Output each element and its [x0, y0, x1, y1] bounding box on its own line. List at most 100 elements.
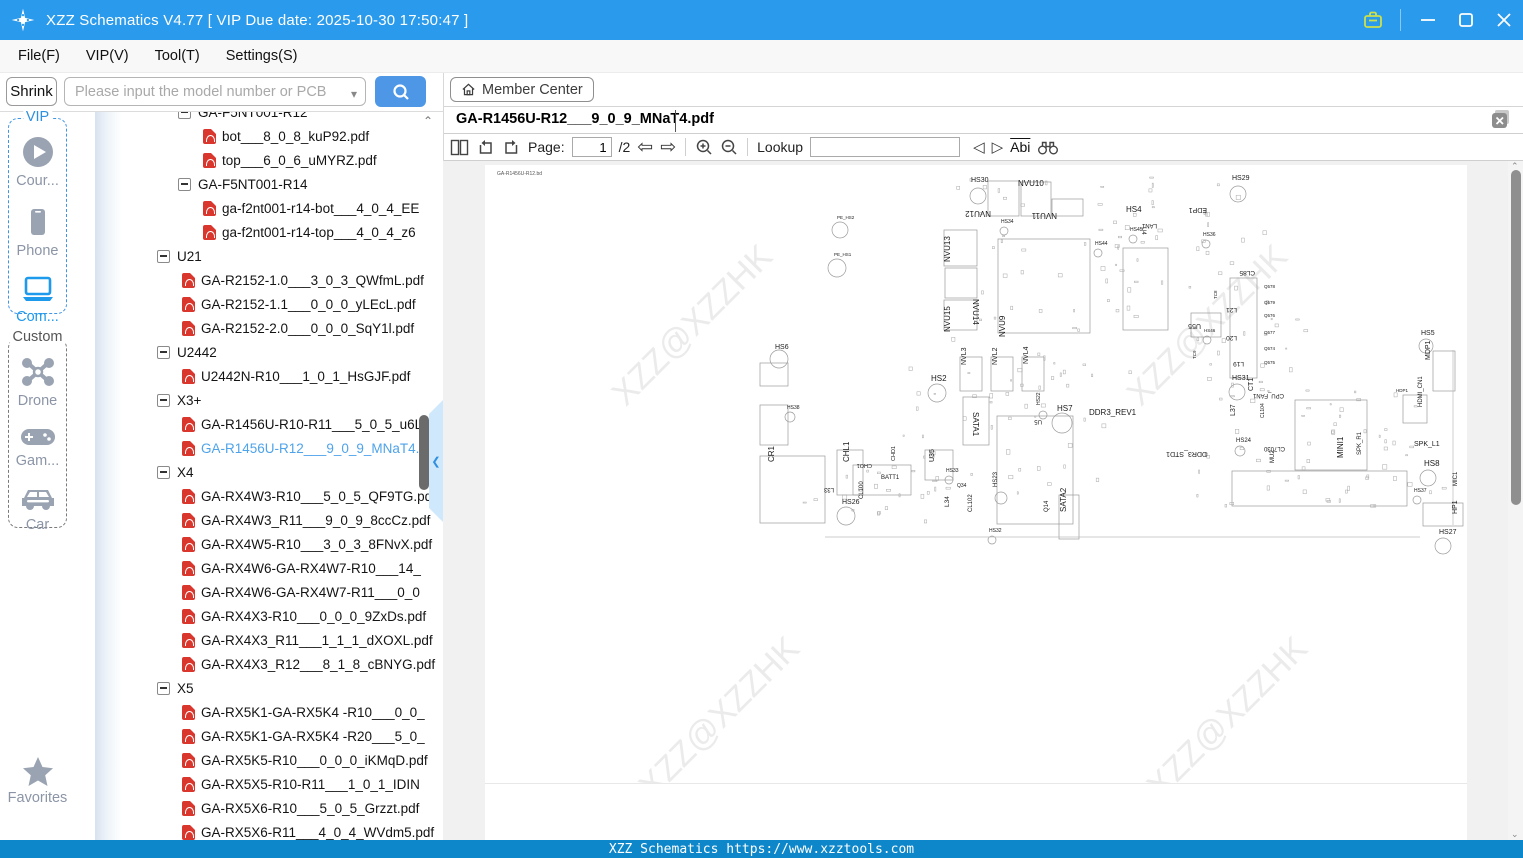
tree-file[interactable]: GA-RX4X3-R10___0_0_0_9ZxDs.pdf — [182, 604, 426, 628]
sidebar-item-favorites[interactable]: Favorites — [0, 756, 75, 806]
tree-folder[interactable]: U2442 — [157, 340, 217, 364]
page-layout-icon[interactable] — [450, 139, 469, 156]
find-next-icon[interactable]: ▷ — [992, 140, 1004, 155]
menu-item-toolt[interactable]: Tool(T) — [155, 48, 200, 64]
close-tab-icon[interactable] — [1490, 109, 1511, 130]
tree-file[interactable]: GA-RX4X3_R12___8_1_8_cBNYG.pdf — [182, 652, 435, 676]
tree-file-label: GA-RX4X3_R12___8_1_8_cBNYG.pdf — [201, 656, 436, 672]
tree-file[interactable]: GA-R1456U-R12___9_0_9_MNaT4.pdf — [182, 436, 438, 460]
shrink-button[interactable]: Shrink — [6, 77, 57, 106]
tree-file[interactable]: GA-RX5K5-R10___0_0_0_iKMqD.pdf — [182, 748, 428, 772]
pcb-component-label: NVU15 — [943, 306, 952, 332]
close-button[interactable] — [1493, 9, 1515, 31]
scroll-down-icon[interactable]: ⌄ — [1511, 829, 1519, 840]
briefcase-icon[interactable] — [1362, 9, 1384, 31]
tree-file-label: GA-RX4W6-GA-RX4W7-R11___0_0 — [201, 584, 420, 600]
sidebar-item-cour[interactable]: Cour... — [9, 135, 66, 189]
collapse-toggle-icon[interactable] — [157, 345, 170, 359]
pdf-viewer[interactable]: XZZ@XZZHK XZZ@XZZHK XZZ@XZZHK XZZ@XZZHK GA-R… — [443, 161, 1523, 840]
sidebar-item-car[interactable]: Car — [9, 485, 66, 533]
tree-file[interactable]: GA-R2152-2.0___0_0_0_SqY1l.pdf — [182, 316, 414, 340]
zoom-out-icon[interactable] — [720, 138, 738, 156]
collapse-toggle-icon[interactable] — [157, 249, 170, 263]
pcb-component-label: MU2 — [1270, 450, 1276, 463]
pcb-component-label: HS29 — [1232, 175, 1250, 182]
pcb-component-label: Q576 — [1264, 313, 1276, 318]
lookup-input[interactable] — [810, 137, 961, 157]
tree-folder[interactable]: X3+ — [157, 388, 201, 412]
tree-folder[interactable]: GA-F5NT001-R12 — [178, 112, 308, 124]
sidebar-item-gam[interactable]: Gam... — [9, 425, 66, 469]
pcb-component-label: CHL1 — [842, 441, 851, 462]
sidebar-item-label: Gam... — [15, 453, 60, 469]
member-center-button[interactable]: Member Center — [450, 77, 594, 102]
tree-file[interactable]: bot___8_0_8_kuP92.pdf — [203, 124, 369, 148]
page-boundary — [485, 783, 1467, 784]
rotate-left-icon[interactable] — [476, 138, 495, 157]
sidebar-item-drone[interactable]: Drone — [9, 355, 66, 409]
search-button[interactable] — [375, 76, 426, 107]
tree-file[interactable]: GA-R2152-1.0___3_0_3_QWfmL.pdf — [182, 268, 424, 292]
model-search-input[interactable]: Please input the model number or PCB ▾ — [64, 77, 366, 106]
tree-file[interactable]: GA-RX5X6-R11___4_0_4_WVdm5.pdf — [182, 820, 434, 840]
pdf-file-icon — [182, 728, 195, 744]
find-prev-icon[interactable]: ◁ — [973, 140, 985, 155]
pcb-component-label: CL100 — [859, 481, 865, 499]
tree-file[interactable]: ga-f2nt001-r14-top___4_0_4_z6 — [203, 220, 416, 244]
collapse-panel-handle[interactable]: ❮ — [429, 400, 443, 522]
tree-file[interactable]: GA-RX4W6-GA-RX4W7-R10___14_ — [182, 556, 421, 580]
tree-folder[interactable]: X5 — [157, 676, 194, 700]
viewer-scrollbar-thumb[interactable] — [1510, 170, 1521, 505]
pcb-component-label: CL104 — [1260, 403, 1266, 418]
collapse-toggle-icon[interactable] — [178, 177, 191, 191]
sidebar-item-com[interactable]: Com... — [9, 275, 66, 325]
tree-folder[interactable]: U21 — [157, 244, 202, 268]
tree-file[interactable]: ga-f2nt001-r14-bot___4_0_4_EE — [203, 196, 419, 220]
page-number-input[interactable]: 1 — [571, 137, 612, 157]
tree-file[interactable]: top___6_0_6_uMYRZ.pdf — [203, 148, 377, 172]
collapse-toggle-icon[interactable] — [178, 112, 191, 119]
pcb-component-label: HS27 — [1439, 529, 1457, 536]
menu-item-settingss[interactable]: Settings(S) — [226, 48, 298, 64]
tree-file-label: GA-R1456U-R12___9_0_9_MNaT4.pdf — [201, 440, 439, 456]
pdf-toolbar: Page: 1 /2 ⇦ ⇨ Lookup ◁ ▷ Abi — [443, 134, 1523, 161]
menu-item-vipv[interactable]: VIP(V) — [86, 48, 129, 64]
sidebar-group-title: VIP — [22, 109, 53, 125]
tree-scrollbar[interactable] — [419, 112, 429, 840]
tree-file[interactable]: GA-RX4W3_R11___9_0_9_8ccCz.pdf — [182, 508, 430, 532]
sidebar-item-phone[interactable]: Phone — [9, 205, 66, 259]
zoom-in-icon[interactable] — [695, 138, 713, 156]
tree-file[interactable]: GA-RX5K1-GA-RX5K4 -R10___0_0_ — [182, 700, 425, 724]
tree-file[interactable]: GA-RX4X3_R11___1_1_1_dXOXL.pdf — [182, 628, 433, 652]
tree-scrollbar-thumb[interactable] — [419, 415, 429, 490]
pcb-component-label: BATT1 — [881, 475, 900, 481]
match-case-button[interactable]: Abi — [1010, 139, 1030, 155]
tree-file[interactable]: GA-RX5X5-R10-R11___1_0_1_IDIN — [182, 772, 420, 796]
tree-file-label: GA-RX5K1-GA-RX5K4 -R10___0_0_ — [201, 704, 425, 720]
rotate-right-icon[interactable] — [502, 138, 521, 157]
tree-file[interactable]: GA-R2152-1.1___0_0_0_yLEcL.pdf — [182, 292, 416, 316]
tree-folder[interactable]: GA-F5NT001-R14 — [178, 172, 308, 196]
tree-file[interactable]: GA-R1456U-R10-R11___5_0_5_u6L — [182, 412, 422, 436]
maximize-button[interactable] — [1455, 9, 1477, 31]
tree-file-label: ga-f2nt001-r14-top___4_0_4_z6 — [222, 224, 416, 240]
viewer-scrollbar[interactable]: ⌃ ⌄ — [1508, 161, 1523, 840]
prev-page-icon[interactable]: ⇦ — [637, 138, 653, 157]
collapse-toggle-icon[interactable] — [157, 681, 170, 695]
tree-folder[interactable]: X4 — [157, 460, 194, 484]
collapse-toggle-icon[interactable] — [157, 393, 170, 407]
chevron-down-icon[interactable]: ▾ — [351, 87, 357, 101]
menu-item-filef[interactable]: File(F) — [18, 48, 60, 64]
tree-file[interactable]: GA-RX5X6-R10___5_0_5_Grzzt.pdf — [182, 796, 419, 820]
collapse-toggle-icon[interactable] — [157, 465, 170, 479]
tree-file[interactable]: GA-RX4W5-R10___3_0_3_8FNvX.pdf — [182, 532, 432, 556]
binoculars-icon[interactable] — [1037, 139, 1059, 156]
minimize-button[interactable] — [1417, 9, 1439, 31]
next-page-icon[interactable]: ⇨ — [660, 138, 676, 157]
tree-file[interactable]: U2442N-R10___1_0_1_HsGJF.pdf — [182, 364, 410, 388]
tree-file[interactable]: GA-RX5K1-GA-RX5K4 -R20___5_0_ — [182, 724, 425, 748]
pdf-corner-label: GA-R1456U-R12.bd — [497, 171, 542, 177]
tree-file[interactable]: GA-RX4W6-GA-RX4W7-R11___0_0 — [182, 580, 420, 604]
tree-file[interactable]: GA-RX4W3-R10___5_0_5_QF9TG.pdf — [182, 484, 436, 508]
pdf-page[interactable]: XZZ@XZZHK XZZ@XZZHK XZZ@XZZHK XZZ@XZZHK GA-R… — [485, 165, 1467, 840]
